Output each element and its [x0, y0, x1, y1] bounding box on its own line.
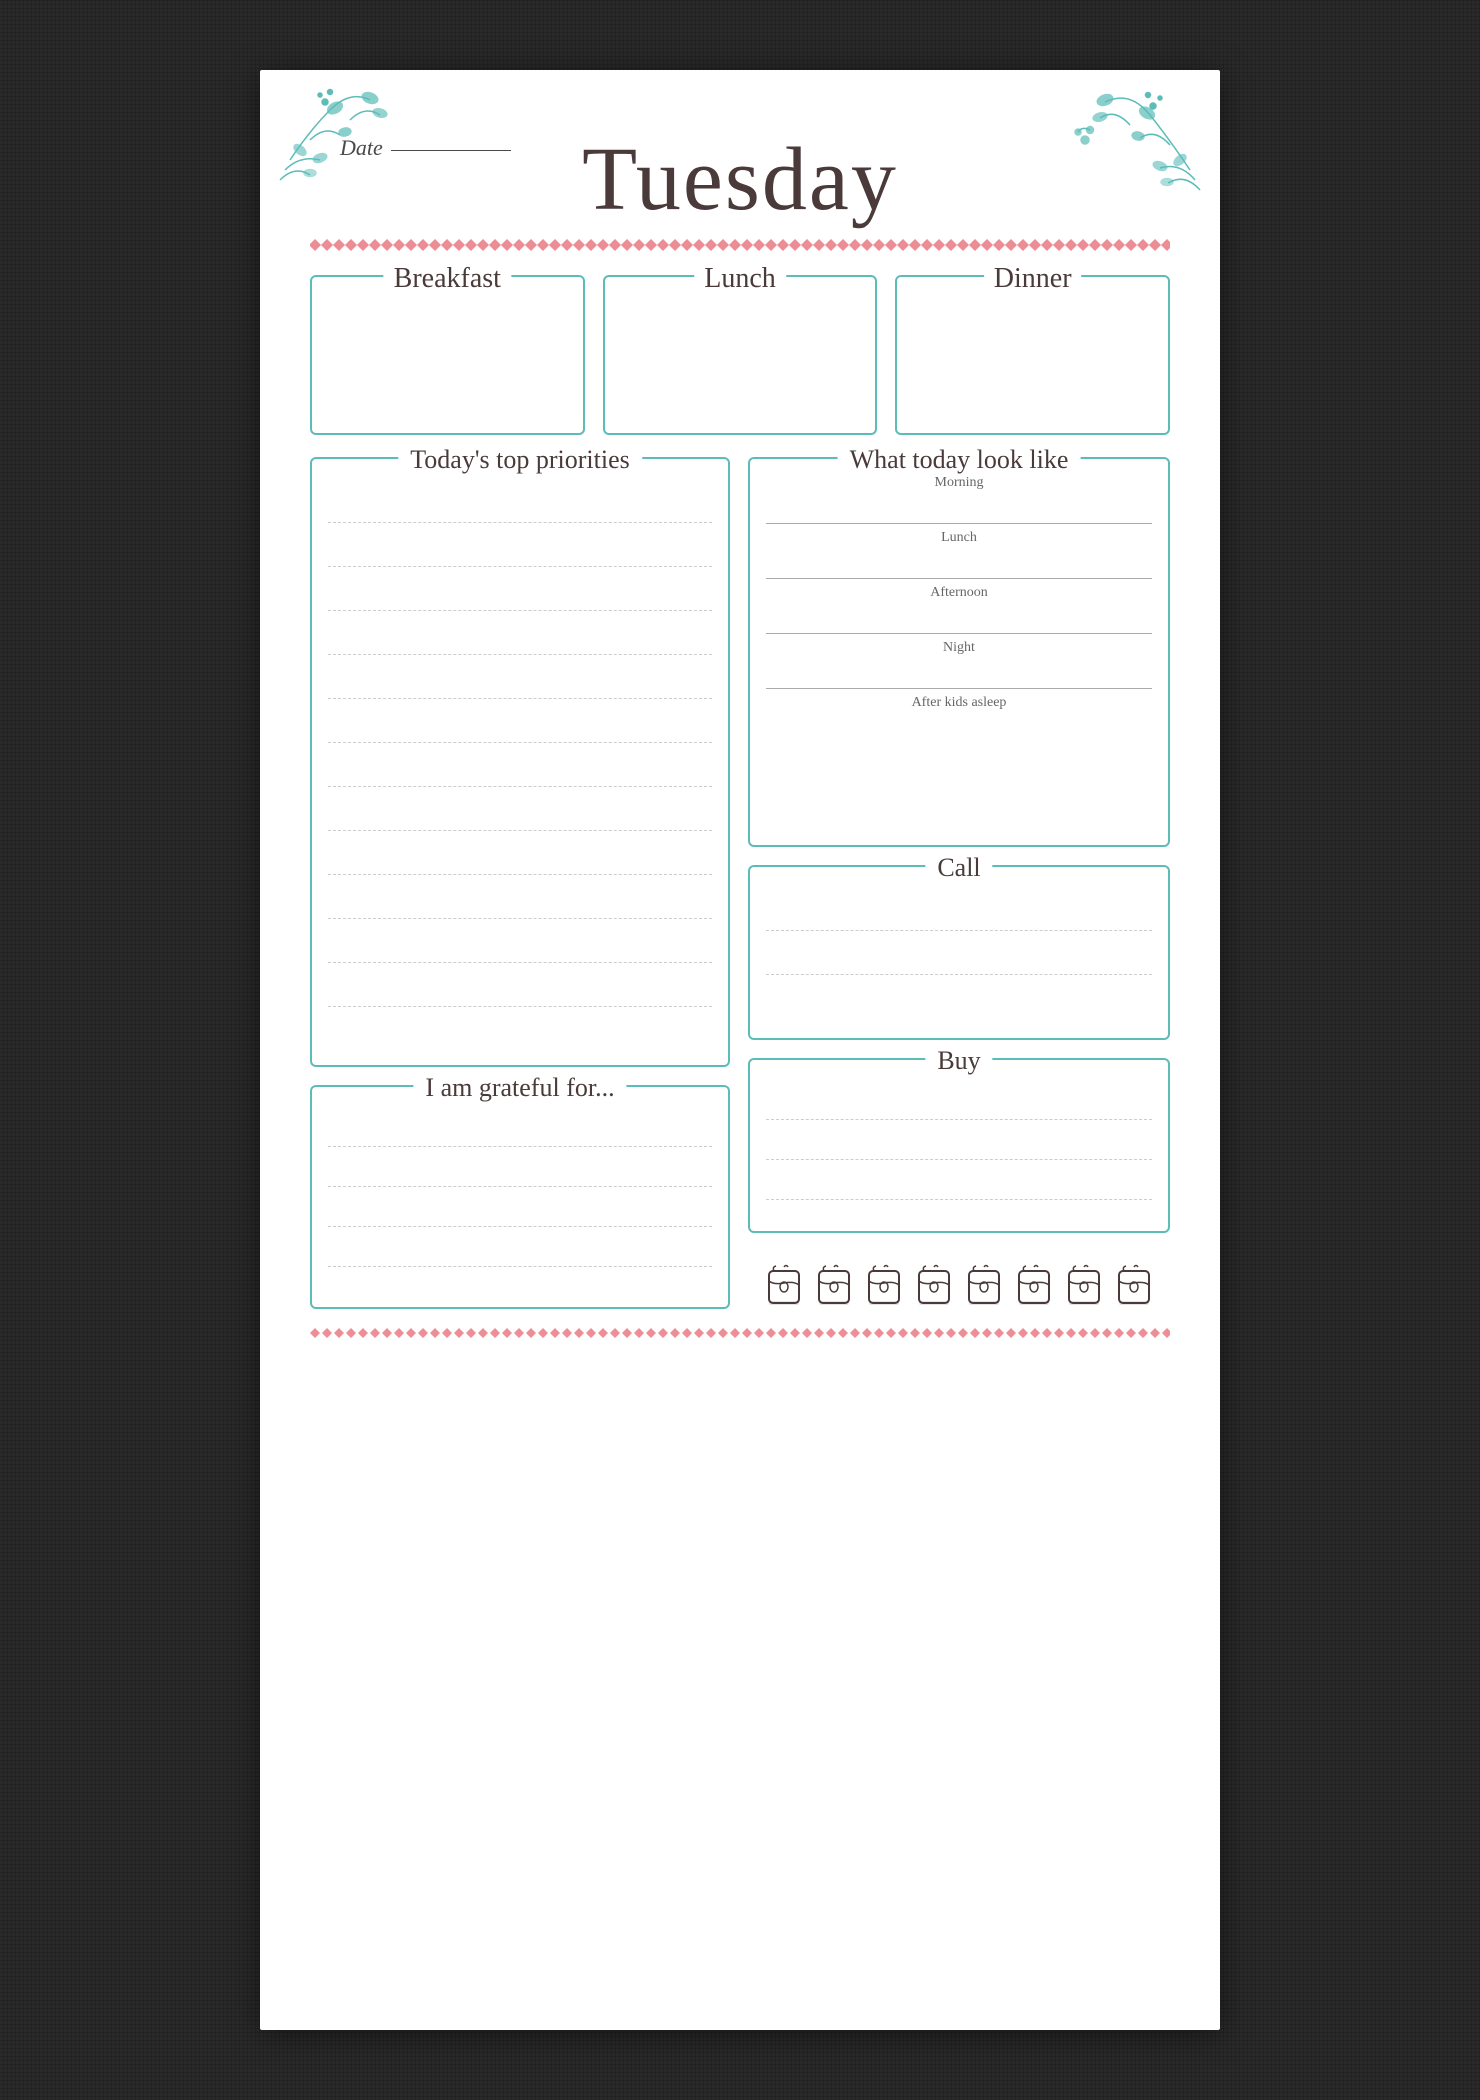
- morning-section: Morning: [766, 475, 1152, 524]
- buy-line: [766, 1080, 1152, 1120]
- water-cup-4: [914, 1263, 954, 1309]
- afternoon-label: Afternoon: [766, 585, 1152, 601]
- left-column: Today's top priorities: [310, 457, 730, 1309]
- call-content: [750, 867, 1168, 985]
- lower-section: Today's top priorities: [310, 457, 1170, 1309]
- buy-line: [766, 1160, 1152, 1200]
- call-line: [766, 887, 1152, 931]
- date-field: Date: [340, 135, 511, 161]
- priority-line: [328, 699, 712, 743]
- dinner-label: Dinner: [984, 263, 1082, 295]
- lunch-time-section: Lunch: [766, 530, 1152, 579]
- lunch-time-label: Lunch: [766, 530, 1152, 546]
- grateful-line: [328, 1147, 712, 1187]
- lunch-label: Lunch: [694, 263, 786, 295]
- dinner-box: Dinner: [895, 275, 1170, 435]
- buy-section: Buy: [748, 1058, 1170, 1233]
- after-kids-section: After kids asleep: [766, 695, 1152, 711]
- today-label: What today look like: [838, 445, 1081, 475]
- after-kids-label: After kids asleep: [766, 695, 1152, 711]
- grateful-section: I am grateful for...: [310, 1085, 730, 1309]
- priorities-lines: [312, 459, 728, 1017]
- water-cup-3: [864, 1263, 904, 1309]
- today-time-sections: Morning Lunch Afternoon: [750, 459, 1168, 723]
- priority-line: [328, 655, 712, 699]
- priority-line: [328, 743, 712, 787]
- buy-label: Buy: [925, 1046, 992, 1076]
- right-column: What today look like Morning Lunch After…: [748, 457, 1170, 1309]
- morning-label: Morning: [766, 475, 1152, 491]
- today-section: What today look like Morning Lunch After…: [748, 457, 1170, 847]
- water-tracker: [748, 1263, 1170, 1309]
- priority-line: [328, 963, 712, 1007]
- morning-line: [766, 523, 1152, 524]
- water-cup-6: [1014, 1263, 1054, 1309]
- grateful-line: [328, 1187, 712, 1227]
- top-divider: [310, 235, 1170, 255]
- water-cup-8: [1114, 1263, 1154, 1309]
- night-section: Night: [766, 640, 1152, 689]
- priority-line: [328, 479, 712, 523]
- buy-lines: [766, 1080, 1152, 1200]
- afternoon-line: [766, 633, 1152, 634]
- grateful-line: [328, 1227, 712, 1267]
- water-cup-2: [814, 1263, 854, 1309]
- priority-line: [328, 919, 712, 963]
- priority-line: [328, 523, 712, 567]
- water-cup-1: [764, 1263, 804, 1309]
- breakfast-label: Breakfast: [384, 263, 511, 295]
- bottom-divider: [310, 1323, 1170, 1343]
- grateful-content: [312, 1087, 728, 1277]
- call-label: Call: [925, 853, 992, 883]
- lunch-box: Lunch: [603, 275, 878, 435]
- breakfast-box: Breakfast: [310, 275, 585, 435]
- planner-page: Date Tuesday Breakfast Lunch Dinner: [260, 70, 1220, 2030]
- lunch-space: [766, 548, 1152, 578]
- grateful-label: I am grateful for...: [413, 1073, 626, 1103]
- date-underline: [391, 150, 511, 151]
- meal-row: Breakfast Lunch Dinner: [310, 275, 1170, 435]
- morning-space: [766, 493, 1152, 523]
- afternoon-space: [766, 603, 1152, 633]
- priority-line: [328, 831, 712, 875]
- priority-line: [328, 567, 712, 611]
- night-space: [766, 658, 1152, 688]
- buy-line: [766, 1120, 1152, 1160]
- water-cup-7: [1064, 1263, 1104, 1309]
- night-label: Night: [766, 640, 1152, 656]
- priorities-section: Today's top priorities: [310, 457, 730, 1067]
- call-section: Call: [748, 865, 1170, 1040]
- night-line: [766, 688, 1152, 689]
- priority-line: [328, 611, 712, 655]
- page-title: Tuesday: [582, 135, 898, 225]
- priorities-label: Today's top priorities: [398, 445, 642, 475]
- priority-line: [328, 875, 712, 919]
- water-cup-5: [964, 1263, 1004, 1309]
- afternoon-section: Afternoon: [766, 585, 1152, 634]
- lunch-line: [766, 578, 1152, 579]
- buy-content: [750, 1060, 1168, 1210]
- call-line: [766, 931, 1152, 975]
- priority-line: [328, 787, 712, 831]
- grateful-line: [328, 1107, 712, 1147]
- grateful-lines: [328, 1107, 712, 1267]
- date-label: Date: [340, 135, 383, 161]
